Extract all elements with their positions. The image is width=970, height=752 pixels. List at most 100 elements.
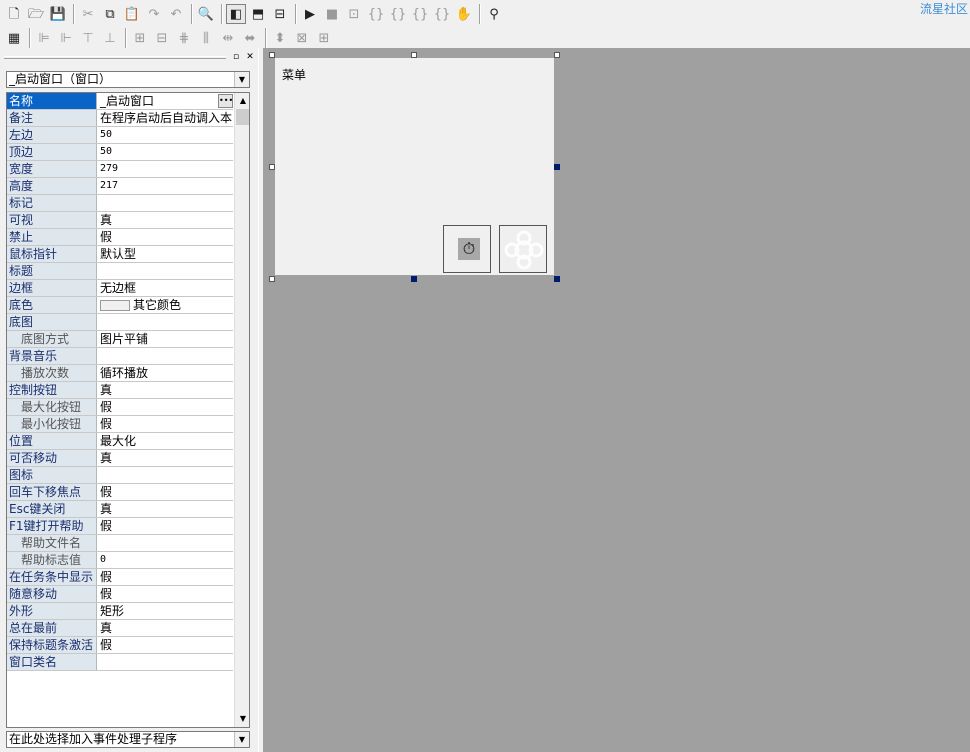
property-row[interactable]: 最大化按钮假 [7,399,233,416]
property-row[interactable]: 图标 [7,467,233,484]
chevron-down-icon[interactable]: ▼ [234,732,249,747]
same-height-icon[interactable]: ⬍ [270,28,290,48]
property-value[interactable]: 图片平铺 [98,331,233,347]
property-value[interactable]: _启动窗口 [98,93,233,109]
property-row[interactable]: 鼠标指针 默认型 [7,246,233,263]
property-value[interactable]: 50 [98,144,233,160]
property-value[interactable]: 真 [98,212,233,228]
property-row[interactable]: 最小化按钮假 [7,416,233,433]
property-value[interactable]: 无边框 [98,280,233,296]
hand-icon[interactable]: ✋ [454,4,474,24]
property-row[interactable]: 帮助文件名 [7,535,233,552]
property-value[interactable]: 假 [98,229,233,245]
step-into-icon[interactable]: {} [366,4,386,24]
property-value[interactable] [98,654,233,670]
resize-handle[interactable] [411,52,417,58]
step-icon[interactable]: ⊡ [344,4,364,24]
restore-icon[interactable]: ▫ [230,51,242,63]
startup-window-form[interactable]: 菜单 ⏱ [275,58,554,275]
property-value[interactable]: 279 [98,161,233,177]
panel-grip[interactable] [4,56,226,59]
property-value[interactable]: 假 [98,518,233,534]
layout-split-icon[interactable]: ⊟ [270,4,290,24]
property-row[interactable]: 宽度 279 [7,161,233,178]
center-horizontal-icon[interactable]: ⊞ [130,28,150,48]
resize-handle[interactable] [554,52,560,58]
brand-link[interactable]: 流星社区 [920,0,968,17]
property-row[interactable]: 外形 矩形 [7,603,233,620]
property-value[interactable]: 在程序启动后自动调入本 [98,110,233,126]
event-handler-select[interactable]: 在此处选择加入事件处理子程序 ▼ [6,731,250,748]
space-horizontal-icon[interactable]: ⫼ [196,28,216,48]
property-value[interactable]: 假 [98,399,233,415]
layout-left-icon[interactable]: ◧ [226,4,246,24]
run-to-cursor-icon[interactable]: {} [432,4,452,24]
property-value[interactable]: 217 [98,178,233,194]
binoculars-icon[interactable]: ⚲ [484,4,504,24]
property-row[interactable]: 名称 _启动窗口 ••• [7,93,233,110]
resize-handle[interactable] [411,276,417,282]
run-icon[interactable]: ▶ [300,4,320,24]
paste-icon[interactable]: 📋 [122,4,142,24]
property-value[interactable]: 假 [98,416,233,432]
property-row[interactable]: 背景音乐 [7,348,233,365]
property-value[interactable]: 假 [98,586,233,602]
timer-component[interactable]: ⏱ [443,225,491,273]
property-row[interactable]: 在任务条中显示假 [7,569,233,586]
property-row[interactable]: 顶边 50 [7,144,233,161]
scroll-up-icon[interactable]: ▲ [235,93,249,109]
property-value[interactable]: 其它颜色 [98,297,233,313]
property-value[interactable]: 真 [98,501,233,517]
menu-label[interactable]: 菜单 [282,66,306,83]
vertical-scrollbar[interactable]: ▲ ▼ [234,93,249,727]
property-row[interactable]: 底色 其它颜色 [7,297,233,314]
center-vertical-icon[interactable]: ⊟ [152,28,172,48]
object-select[interactable]: _启动窗口（窗口） ▼ [6,71,250,88]
property-value[interactable] [98,263,233,279]
property-value[interactable]: 默认型 [98,246,233,262]
ellipsis-button[interactable]: ••• [218,94,233,108]
property-row[interactable]: 随意移动假 [7,586,233,603]
property-value[interactable]: 50 [98,127,233,143]
property-row[interactable]: 标记 [7,195,233,212]
property-value[interactable] [98,314,233,330]
property-row[interactable]: 帮助标志值 0 [7,552,233,569]
property-value[interactable]: 真 [98,450,233,466]
property-value[interactable]: 0 [98,552,233,568]
property-value[interactable]: 循环播放 [98,365,233,381]
property-value[interactable] [98,195,233,211]
close-icon[interactable]: ✕ [244,51,256,63]
grid-size-icon[interactable]: ⊞ [314,28,334,48]
property-row[interactable]: 播放次数 循环播放 [7,365,233,382]
same-width-icon[interactable]: ⬌ [240,28,260,48]
property-row[interactable]: 总在最前真 [7,620,233,637]
property-row[interactable]: 窗口类名 [7,654,233,671]
property-row[interactable]: 底图方式 图片平铺 [7,331,233,348]
find-icon[interactable]: 🔍 [196,4,216,24]
property-value[interactable] [98,348,233,364]
property-value[interactable]: 真 [98,382,233,398]
align-bottom-icon[interactable]: ⊥ [100,28,120,48]
copy-icon[interactable]: ⧉ [100,4,120,24]
color-swatch[interactable] [100,300,130,311]
property-row[interactable]: 底图 [7,314,233,331]
property-row[interactable]: Esc键关闭真 [7,501,233,518]
property-value[interactable]: 最大化 [98,433,233,449]
property-row[interactable]: 可否移动真 [7,450,233,467]
resize-handle[interactable] [554,164,560,170]
calculator-icon[interactable]: ▦ [4,28,24,48]
same-size-icon[interactable]: ⊠ [292,28,312,48]
property-row[interactable]: 左边 50 [7,127,233,144]
property-row[interactable]: 备注 在程序启动后自动调入本 [7,110,233,127]
property-row[interactable]: F1键打开帮助假 [7,518,233,535]
redo-icon[interactable]: ↷ [144,4,164,24]
undo-icon[interactable]: ↶ [166,4,186,24]
step-over-icon[interactable]: {} [388,4,408,24]
scroll-down-icon[interactable]: ▼ [235,711,249,727]
property-row[interactable]: 标题 [7,263,233,280]
scroll-thumb[interactable] [236,109,249,125]
new-file-icon[interactable]: 🗋 [4,4,24,24]
property-row[interactable]: 禁止假 [7,229,233,246]
property-value[interactable] [98,467,233,483]
cut-icon[interactable]: ✂ [78,4,98,24]
